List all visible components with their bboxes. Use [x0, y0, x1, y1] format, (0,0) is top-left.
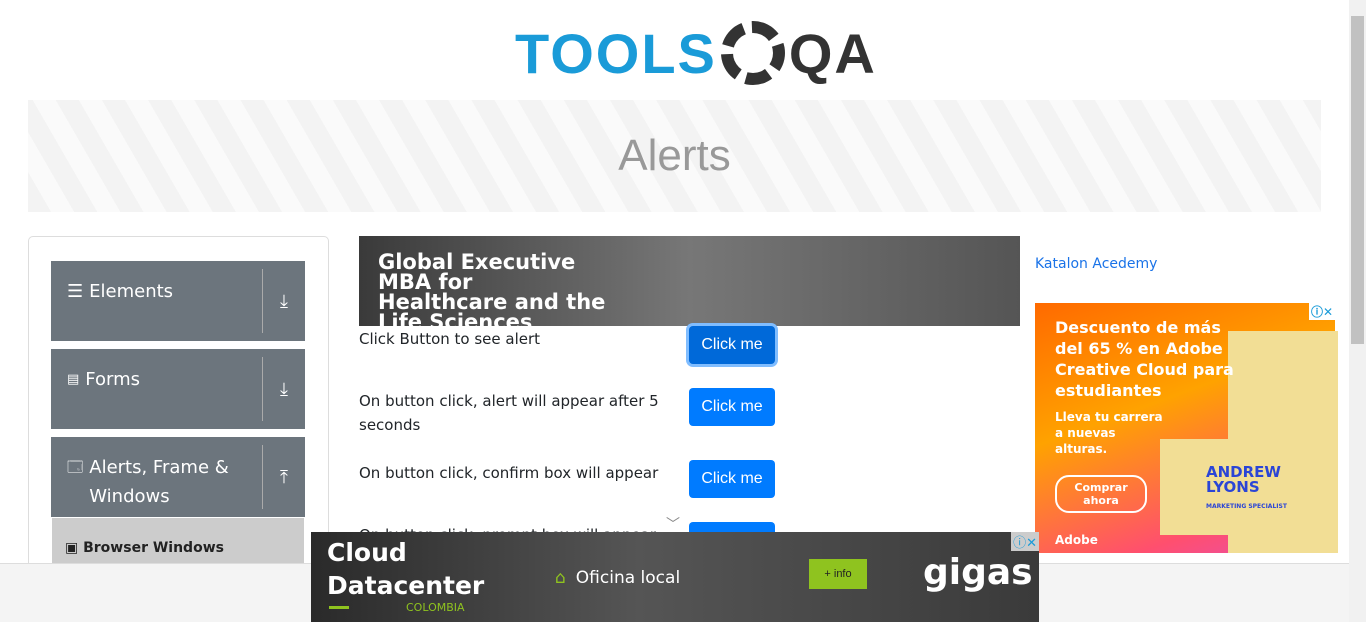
adobe-ad[interactable]: ANDREW LYONS MARKETING SPECIALIST Descuen…	[1035, 303, 1338, 553]
page-banner: Alerts	[28, 100, 1321, 212]
adobe-logo: Adobe	[1055, 533, 1098, 547]
ad-text: Global Executive MBA for Healthcare and …	[378, 250, 606, 334]
top-ad-banner[interactable]: Global Executive MBA for Healthcare and …	[359, 236, 1020, 333]
ad-info-button[interactable]: + info	[809, 559, 867, 589]
confirm-label: On button click, confirm box will appear	[359, 464, 659, 482]
toolsqa-logo[interactable]: TOOLS QA	[515, 16, 877, 90]
timer-alert-button[interactable]: Click me	[689, 388, 775, 426]
confirm-button[interactable]: Click me	[689, 460, 775, 498]
ad-close-icon[interactable]: ⓘ✕	[1011, 532, 1039, 551]
timer-alert-label: On button click, alert will appear after…	[359, 392, 659, 434]
scrollbar[interactable]	[1349, 0, 1366, 622]
scrollbar-thumb[interactable]	[1351, 16, 1364, 344]
sidebar-group-elements[interactable]: ☰ Elements ⤓	[51, 261, 305, 341]
ad-title: Cloud Datacenter	[327, 538, 485, 600]
gigas-logo: gigas	[923, 552, 1033, 593]
ad-feature: Oficina local	[575, 568, 681, 588]
katalon-link[interactable]: Katalon Acedemy	[1035, 256, 1157, 272]
alert-button[interactable]: Click me	[689, 326, 775, 364]
ad-headline: Descuento de más del 65 % en Adobe Creat…	[1055, 318, 1234, 400]
logo-text: TOOLS	[515, 21, 717, 85]
bottom-ad[interactable]: Cloud Datacenter COLOMBIA ⌂ Oficina local…	[311, 532, 1039, 622]
sidebar-group-alerts-frame-windows[interactable]: 🗔 Alerts, Frame & Windows ⤒	[51, 437, 305, 517]
gear-icon	[720, 21, 785, 85]
group-label: Elements	[89, 281, 174, 302]
download-arrow-icon[interactable]: ⤓	[263, 261, 305, 341]
download-arrow-icon[interactable]: ⤓	[263, 349, 305, 429]
ad-close-icon[interactable]: ⓘ✕	[1308, 303, 1335, 320]
document-icon: ▤	[67, 372, 80, 387]
sidebar: ☰ Elements ⤓ ▤ Forms ⤓ 🗔 Alerts, Frame & Wi…	[28, 236, 329, 578]
ad-subtext: Lleva tu carrera a nuevas alturas.	[1055, 410, 1163, 456]
ad-cta-button[interactable]: Comprar ahora	[1055, 475, 1147, 513]
window-icon: 🗔	[67, 458, 84, 476]
home-icon: ⌂	[555, 568, 566, 588]
group-label: Forms	[85, 369, 141, 390]
logo-text-qa: QA	[788, 21, 877, 85]
alert-label: Click Button to see alert	[359, 330, 541, 348]
sub-item-label: Browser Windows	[83, 540, 224, 556]
ad-country: COLOMBIA	[406, 601, 465, 614]
group-label: Alerts, Frame & Windows	[89, 457, 229, 507]
hamburger-icon: ☰	[67, 281, 84, 302]
page-title: Alerts	[618, 131, 731, 180]
chevron-down-icon[interactable]: ﹀	[666, 514, 680, 534]
logo-qa: QA	[717, 21, 877, 86]
sidebar-group-forms[interactable]: ▤ Forms ⤓	[51, 349, 305, 429]
html5-icon: ▣	[65, 540, 84, 556]
upload-arrow-icon[interactable]: ⤒	[263, 437, 305, 517]
